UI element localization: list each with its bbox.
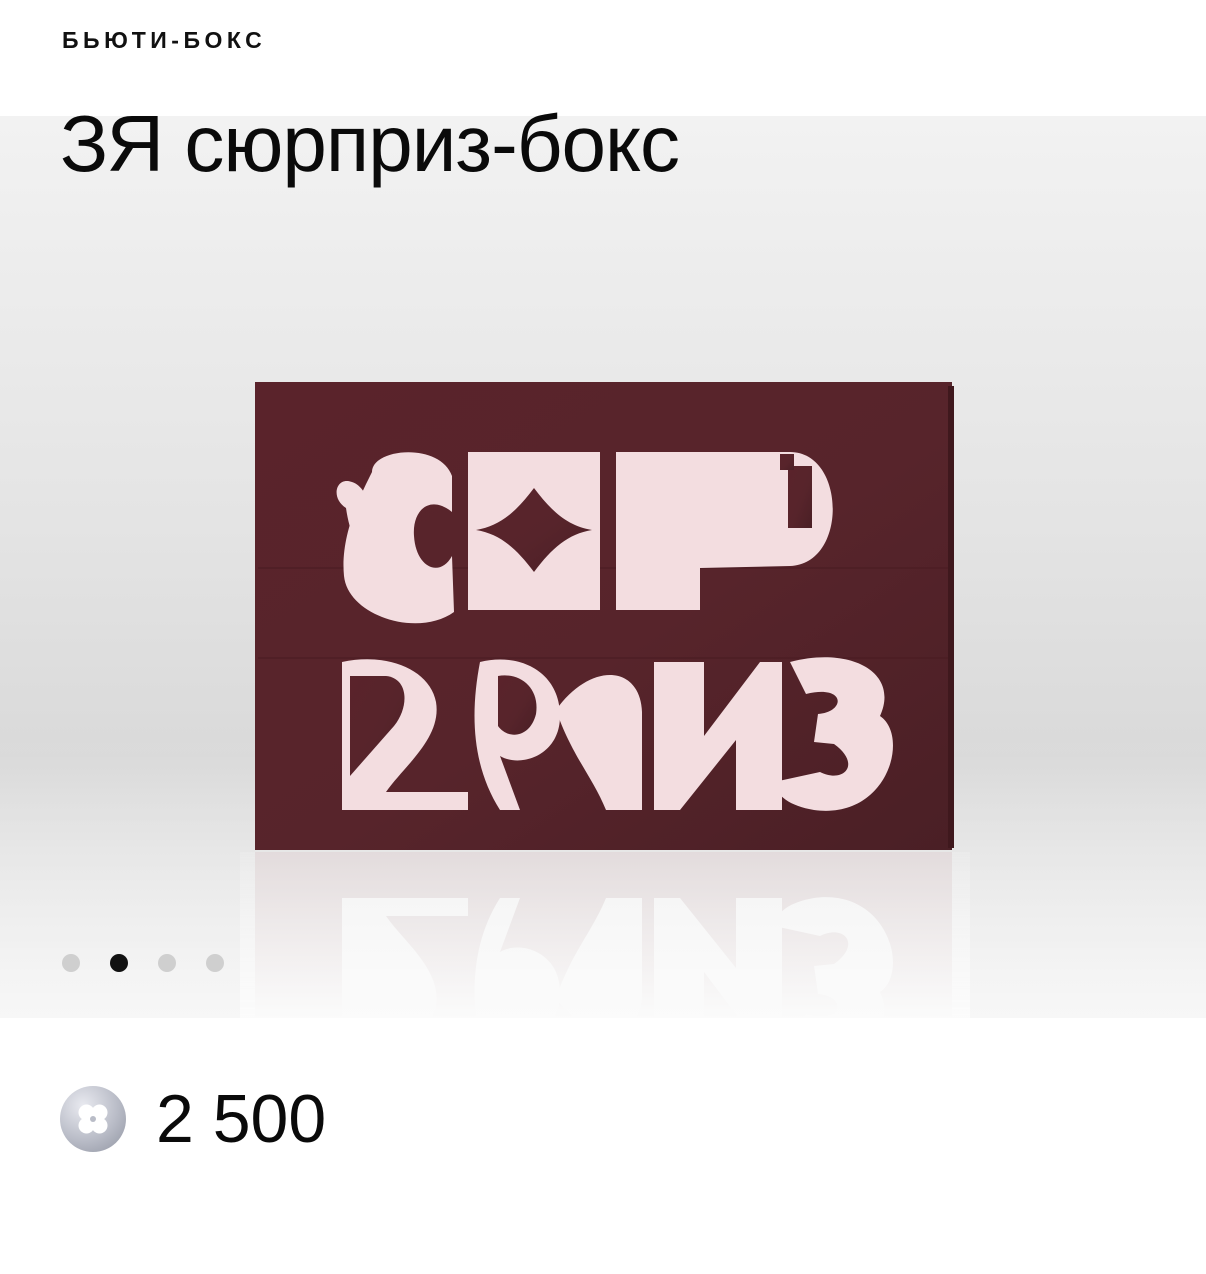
gallery-dot-1[interactable] — [62, 954, 80, 972]
product-price: 2 500 — [156, 1081, 327, 1157]
gallery-dot-3[interactable] — [158, 954, 176, 972]
gallery-dot-4[interactable] — [206, 954, 224, 972]
product-category: БЬЮТИ-БОКС — [62, 27, 267, 53]
box-reflection — [240, 852, 970, 1018]
product-image — [240, 382, 970, 1018]
product-title: ЗЯ сюрприз-бокс — [60, 99, 680, 188]
gallery-dot-2-active[interactable] — [110, 954, 128, 972]
gallery-pagination — [62, 954, 224, 972]
product-card: БЬЮТИ-БОКС ЗЯ сюрприз-бокс 2 500 — [0, 0, 1206, 1274]
clover-coin-icon — [60, 1086, 126, 1152]
product-image-gallery[interactable] — [0, 116, 1206, 1018]
price-row: 2 500 — [60, 1081, 327, 1157]
